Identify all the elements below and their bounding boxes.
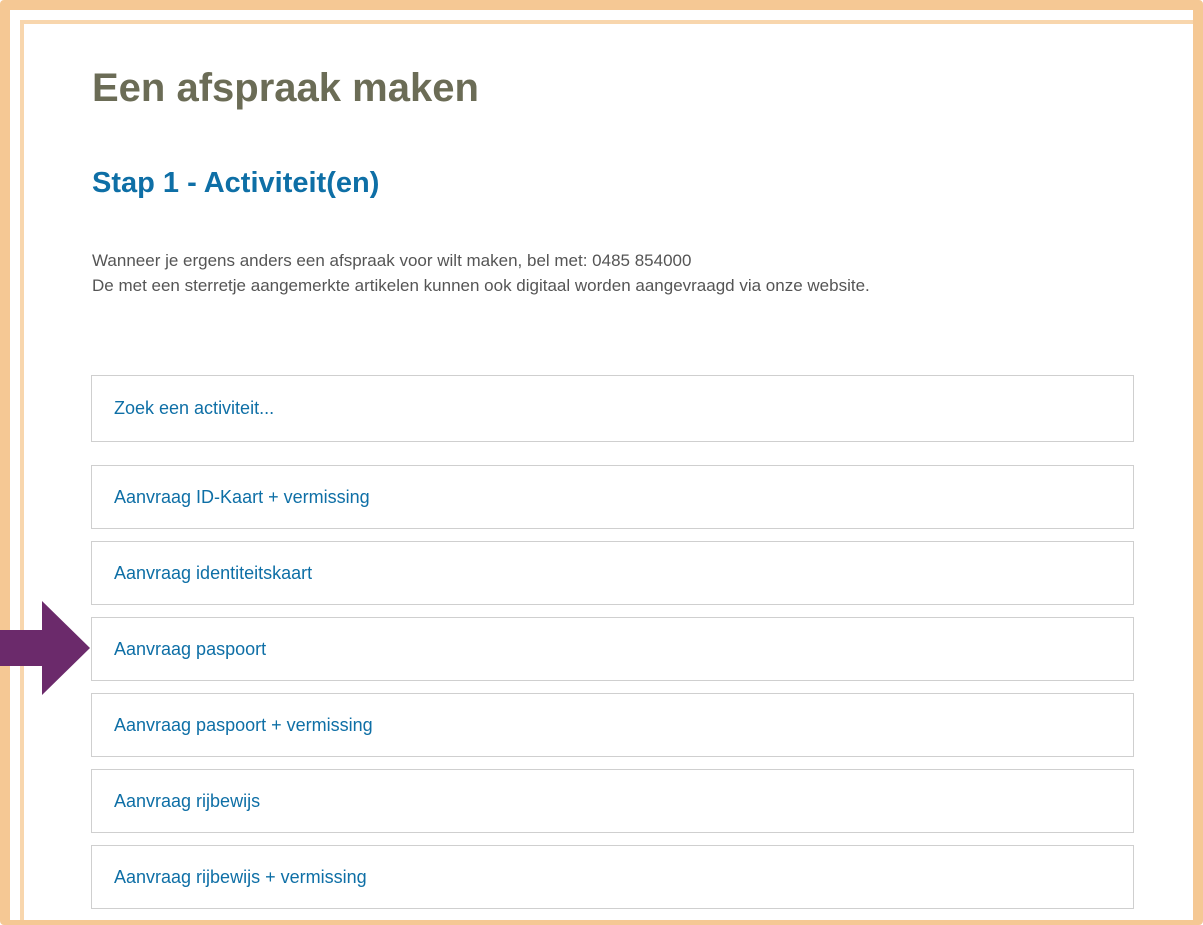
- step-title: Stap 1 - Activiteit(en): [92, 167, 380, 199]
- activity-id-kaart-vermissing[interactable]: Aanvraag ID-Kaart + vermissing: [91, 465, 1134, 529]
- activity-label: Aanvraag rijbewijs: [114, 790, 261, 811]
- activity-search-input[interactable]: Zoek een activiteit...: [91, 375, 1134, 442]
- right-arrow-icon: [0, 601, 90, 695]
- page-title: Een afspraak maken: [92, 66, 479, 110]
- intro-text: Wanneer je ergens anders een afspraak vo…: [92, 248, 870, 298]
- activity-paspoort[interactable]: Aanvraag paspoort: [91, 617, 1134, 681]
- activity-list: Zoek een activiteit... Aanvraag ID-Kaart…: [91, 375, 1134, 921]
- activity-label: Aanvraag rijbewijs + vermissing: [114, 866, 367, 887]
- activity-identiteitskaart[interactable]: Aanvraag identiteitskaart: [91, 541, 1134, 605]
- activity-label: Aanvraag ID-Kaart + vermissing: [114, 486, 370, 507]
- search-placeholder: Zoek een activiteit...: [114, 398, 275, 418]
- activity-label: Aanvraag paspoort: [114, 638, 267, 659]
- activity-rijbewijs-vermissing[interactable]: Aanvraag rijbewijs + vermissing: [91, 845, 1134, 909]
- intro-line-phone: Wanneer je ergens anders een afspraak vo…: [92, 251, 692, 270]
- intro-line-digital: De met een sterretje aangemerkte artikel…: [92, 276, 870, 295]
- activity-paspoort-vermissing[interactable]: Aanvraag paspoort + vermissing: [91, 693, 1134, 757]
- activity-label: Aanvraag identiteitskaart: [114, 562, 313, 583]
- activity-label: Aanvraag paspoort + vermissing: [114, 714, 373, 735]
- activity-rijbewijs[interactable]: Aanvraag rijbewijs: [91, 769, 1134, 833]
